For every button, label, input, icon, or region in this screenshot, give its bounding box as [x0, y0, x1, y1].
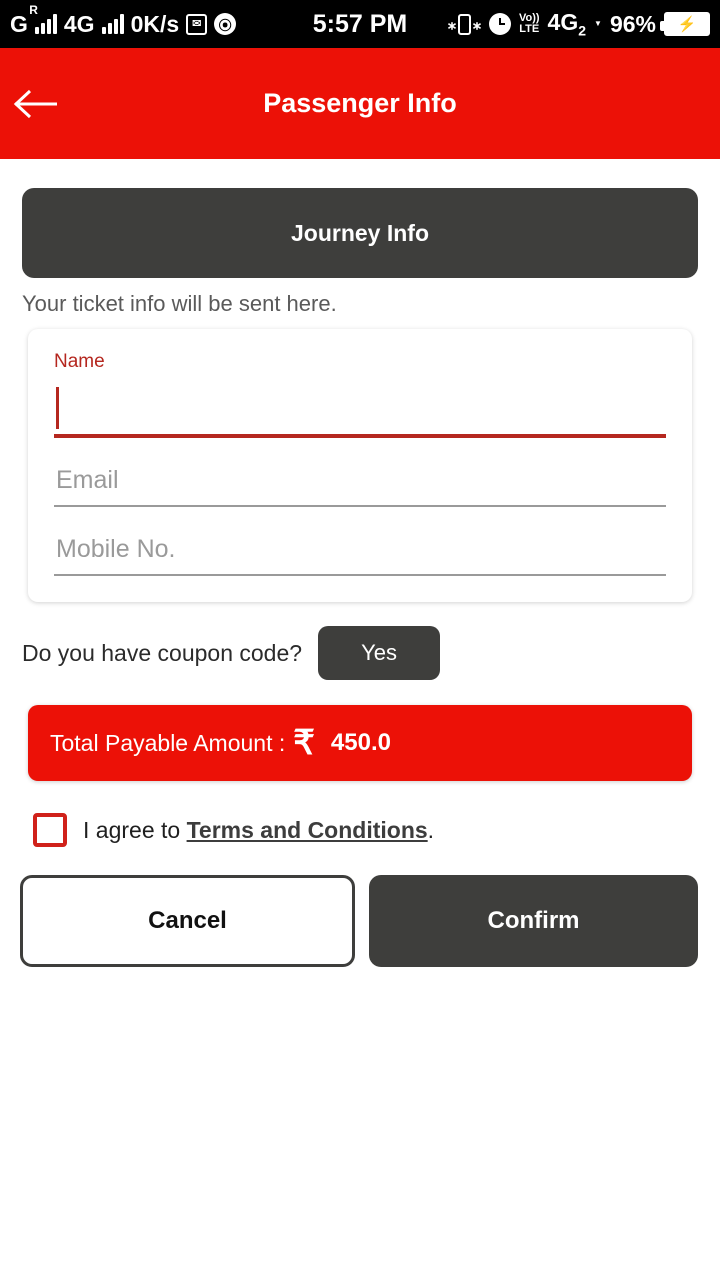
- action-buttons-row: Cancel Confirm: [20, 875, 698, 967]
- name-field-group[interactable]: Name: [54, 351, 666, 438]
- vibrate-icon: ⁎ ⁎: [448, 13, 481, 35]
- helper-text: Your ticket info will be sent here.: [22, 291, 337, 316]
- battery-percent-label: 96%: [609, 10, 656, 37]
- signal-bars-sim1-icon: [34, 14, 57, 34]
- name-input[interactable]: [54, 381, 666, 438]
- mobile-input[interactable]: [54, 529, 666, 576]
- data-transfer-arrows-icon: ▼: [594, 19, 602, 28]
- chrome-icon: ⦿: [214, 13, 237, 35]
- rupee-symbol-icon: ₹: [293, 724, 315, 762]
- data-speed-label: 0K/s: [130, 10, 180, 37]
- envelope-icon: ✉: [186, 13, 208, 35]
- sim2-network-label: 4G2: [547, 9, 587, 39]
- battery-charging-icon: ⚡: [660, 12, 710, 36]
- terms-prefix: I agree to: [83, 816, 187, 843]
- network-type-label: 4G: [63, 10, 95, 37]
- email-field-group[interactable]: [54, 460, 666, 507]
- total-payable-label: Total Payable Amount :: [50, 729, 286, 756]
- coupon-yes-button[interactable]: Yes: [318, 626, 441, 680]
- journey-info-button[interactable]: Journey Info: [22, 188, 698, 278]
- email-input[interactable]: [54, 460, 666, 507]
- back-button[interactable]: [0, 48, 72, 159]
- network-g-label: GR: [10, 2, 38, 37]
- terms-and-conditions-link[interactable]: Terms and Conditions: [187, 817, 428, 843]
- roaming-badge: R: [29, 2, 38, 17]
- app-screen: GR 4G 0K/s ✉ ⦿ 5:57 PM ⁎ ⁎ Vo)) LTE 4G2 ▼ …: [0, 0, 720, 1280]
- alarm-clock-icon: [488, 13, 511, 35]
- coupon-row: Do you have coupon code? Yes: [22, 626, 720, 680]
- confirm-button[interactable]: Confirm: [369, 875, 698, 967]
- status-bar-left: GR 4G 0K/s ✉ ⦿: [10, 2, 448, 38]
- status-bar: GR 4G 0K/s ✉ ⦿ 5:57 PM ⁎ ⁎ Vo)) LTE 4G2 ▼ …: [0, 0, 720, 48]
- app-bar: Passenger Info: [0, 48, 720, 159]
- volte-icon: Vo)) LTE: [518, 12, 540, 35]
- terms-text: I agree to Terms and Conditions.: [83, 817, 434, 844]
- mobile-field-group[interactable]: [54, 529, 666, 576]
- text-cursor-icon: [56, 387, 59, 429]
- cancel-button[interactable]: Cancel: [20, 875, 355, 967]
- coupon-question-label: Do you have coupon code?: [22, 639, 303, 666]
- main-content: Journey Info Your ticket info will be se…: [0, 188, 720, 967]
- terms-checkbox[interactable]: [33, 813, 67, 847]
- page-title: Passenger Info: [263, 88, 457, 118]
- back-arrow-icon: [13, 89, 57, 118]
- terms-row: I agree to Terms and Conditions.: [33, 813, 720, 847]
- passenger-form-card: Name: [28, 329, 692, 602]
- total-payable-amount: 450.0: [330, 729, 391, 756]
- terms-suffix: .: [427, 816, 435, 843]
- name-field-label: Name: [54, 351, 105, 372]
- signal-bars-sim2-icon: [101, 14, 124, 34]
- total-payable-banner: Total Payable Amount : ₹ 450.0: [28, 705, 692, 781]
- status-bar-right: ⁎ ⁎ Vo)) LTE 4G2 ▼ 96% ⚡: [448, 9, 710, 39]
